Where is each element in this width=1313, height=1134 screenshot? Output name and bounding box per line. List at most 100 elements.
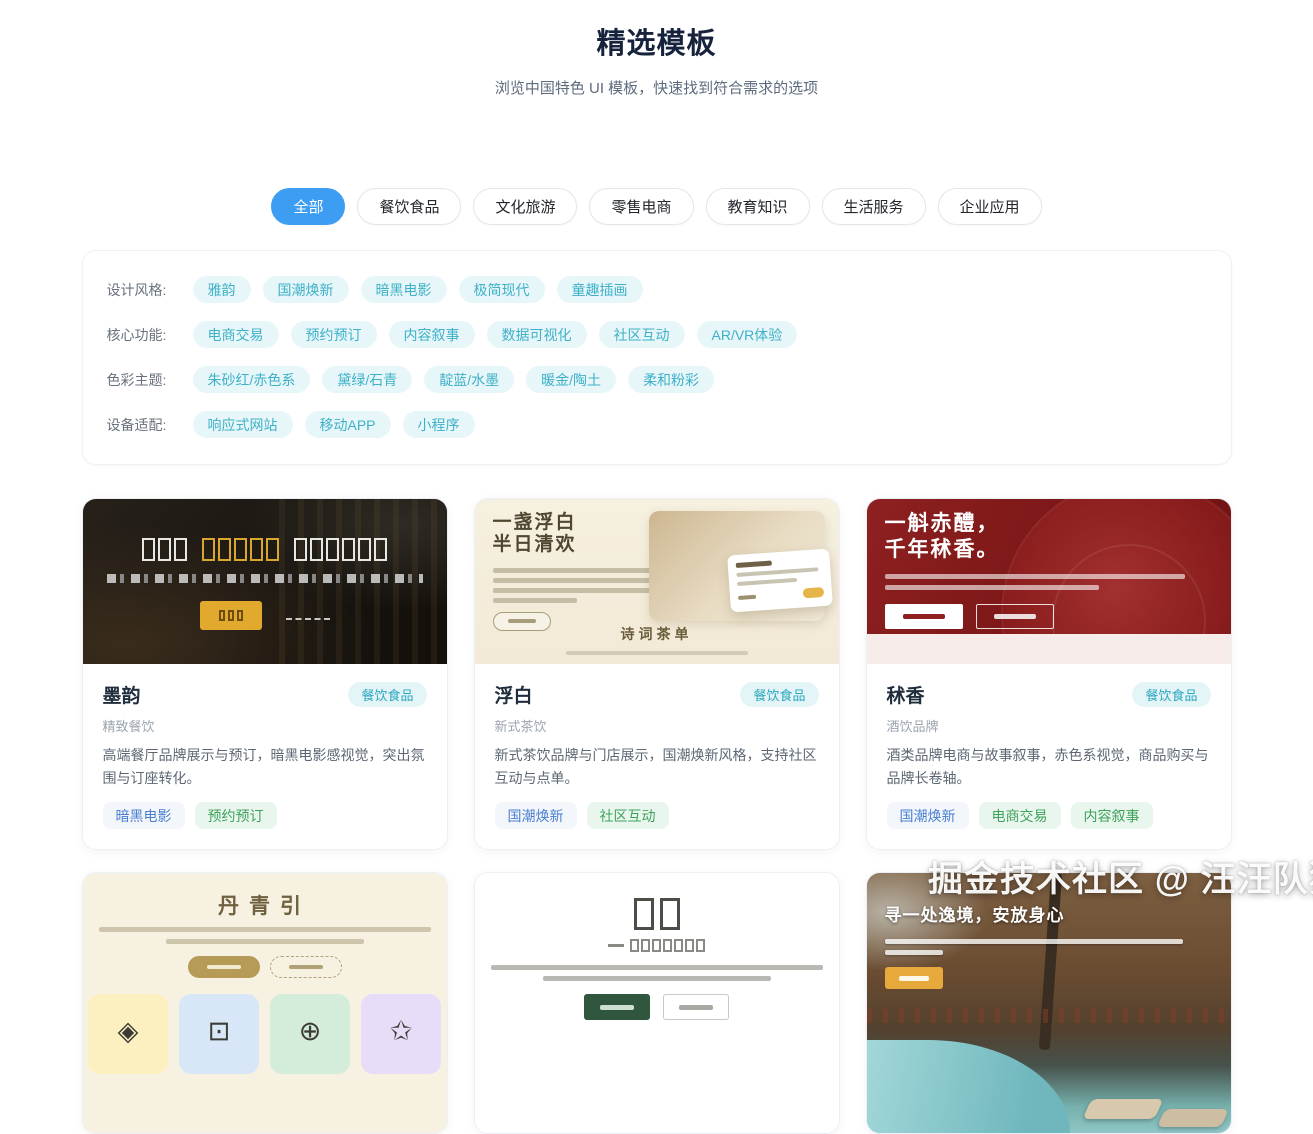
lounger-shape — [1156, 1109, 1228, 1127]
frame-icon: ⊡ — [179, 994, 259, 1074]
card-title: 秫香 — [887, 681, 925, 708]
placeholder-buttons — [83, 956, 447, 978]
placeholder-text-line — [491, 965, 823, 970]
tab-life-services[interactable]: 生活服务 — [822, 188, 926, 225]
placeholder-text-line — [885, 585, 1099, 590]
card-tag: 内容叙事 — [1071, 802, 1153, 829]
placeholder-text-line — [99, 927, 431, 932]
card-tag: 电商交易 — [979, 802, 1061, 829]
card-description: 新式茶饮品牌与门店展示，国潮焕新风格，支持社区互动与点单。 — [495, 744, 819, 789]
railing-shape — [867, 1009, 1231, 1023]
preview-cta-button — [584, 994, 650, 1020]
placeholder-headline — [475, 898, 839, 930]
tab-enterprise[interactable]: 企业应用 — [938, 188, 1042, 225]
placeholder-text-line — [885, 950, 943, 955]
page-title: 精选模板 — [0, 0, 1313, 62]
template-card-resort[interactable]: 寻一处逸境，安放身心 — [866, 872, 1232, 1134]
plus-circle-icon: ⊕ — [270, 994, 350, 1074]
card-head: 秫香 餐饮食品 — [887, 681, 1211, 708]
filter-option[interactable]: 柔和粉彩 — [628, 366, 714, 393]
palm-trunk-shape — [1039, 873, 1062, 1050]
filter-option[interactable]: 社区互动 — [599, 321, 685, 348]
filter-row-device: 设备适配: 响应式网站 移动APP 小程序 — [107, 411, 1207, 438]
placeholder-text-line — [166, 939, 364, 944]
preview-feature-tiles: ◈ ⊡ ⊕ ✩ — [83, 994, 447, 1074]
preview-cta-button — [885, 967, 943, 989]
card-preview-danqing: 丹青引 ◈ ⊡ ⊕ ✩ — [83, 873, 447, 1133]
filter-row-core-features: 核心功能: 电商交易 预约预订 内容叙事 数据可视化 社区互动 AR/VR体验 — [107, 321, 1207, 348]
card-subtitle: 酒饮品牌 — [887, 716, 1211, 735]
card-tags: 国潮焕新 电商交易 内容叙事 — [887, 802, 1211, 829]
filter-option[interactable]: 数据可视化 — [487, 321, 587, 348]
category-tabs: 全部 餐饮食品 文化旅游 零售电商 教育知识 生活服务 企业应用 — [0, 188, 1313, 225]
card-tag: 国潮焕新 — [495, 802, 577, 829]
preview-section-title: 诗词茶单 — [475, 624, 839, 644]
filter-option[interactable]: 移动APP — [305, 411, 391, 438]
card-tags: 暗黑电影 预约预订 — [103, 802, 427, 829]
placeholder-headline — [142, 538, 387, 561]
card-head: 浮白 餐饮食品 — [495, 681, 819, 708]
filter-option[interactable]: AR/VR体验 — [697, 321, 798, 348]
filter-option[interactable]: 国潮焕新 — [263, 276, 349, 303]
template-card-shuxiang[interactable]: 一斛赤醴， 千年秫香。 秫香 餐饮食品 酒饮品牌 — [866, 498, 1232, 850]
preview-cta-button — [200, 601, 262, 630]
featured-templates-page: 精选模板 浏览中国特色 UI 模板，快速找到符合需求的选项 全部 餐饮食品 文化… — [0, 0, 1313, 1134]
category-badge: 餐饮食品 — [740, 682, 818, 707]
lounger-shape — [1082, 1099, 1163, 1119]
filter-option[interactable]: 预约预订 — [291, 321, 377, 348]
tab-retail[interactable]: 零售电商 — [589, 188, 693, 225]
card-preview-tea: 一盏浮白 半日清欢 诗词茶单 — [475, 499, 839, 664]
filter-option[interactable]: 内容叙事 — [389, 321, 475, 348]
placeholder-text-line — [493, 578, 659, 583]
placeholder-text-line — [493, 588, 663, 593]
filter-option[interactable]: 暖金/陶土 — [526, 366, 616, 393]
card-preview-wine: 一斛赤醴， 千年秫香。 — [867, 499, 1231, 664]
template-card-moyun[interactable]: 墨韵 餐饮食品 精致餐饮 高端餐厅品牌展示与预订，暗黑电影感视觉，突出氛围与订座… — [82, 498, 448, 850]
placeholder-text-line — [885, 939, 1183, 944]
preview-headline: 一斛赤醴， 千年秫香。 — [885, 511, 1215, 562]
preview-placeholder-content — [83, 499, 447, 664]
template-card-danqingyin[interactable]: 丹青引 ◈ ⊡ ⊕ ✩ — [82, 872, 448, 1134]
card-preview-blank — [475, 873, 839, 1133]
filter-option[interactable]: 暗黑电影 — [361, 276, 447, 303]
filter-option[interactable]: 极简现代 — [459, 276, 545, 303]
filter-option[interactable]: 朱砂红/赤色系 — [193, 366, 311, 393]
filter-label: 设备适配: — [107, 415, 193, 435]
filter-option[interactable]: 雅韵 — [193, 276, 251, 303]
tab-all[interactable]: 全部 — [271, 188, 345, 225]
star-icon: ✩ — [361, 994, 441, 1074]
card-title: 浮白 — [495, 681, 533, 708]
preview-text-block: 一斛赤醴， 千年秫香。 — [885, 511, 1215, 629]
placeholder-buttons — [200, 601, 330, 630]
card-tags: 国潮焕新 社区互动 — [495, 802, 819, 829]
card-description: 酒类品牌电商与故事叙事，赤色系视觉，商品购买与品牌长卷轴。 — [887, 744, 1211, 789]
filter-option[interactable]: 响应式网站 — [193, 411, 293, 438]
preview-outline-button — [663, 994, 729, 1020]
category-badge: 餐饮食品 — [1132, 682, 1210, 707]
tab-culture-travel[interactable]: 文化旅游 — [473, 188, 577, 225]
tab-food[interactable]: 餐饮食品 — [357, 188, 461, 225]
template-card-fubai[interactable]: 一盏浮白 半日清欢 诗词茶单 — [474, 498, 840, 850]
tab-education[interactable]: 教育知识 — [706, 188, 810, 225]
preview-bottom-strip — [867, 634, 1231, 664]
filter-panel: 设计风格: 雅韵 国潮焕新 暗黑电影 极简现代 童趣插画 核心功能: 电商交易 … — [82, 250, 1232, 465]
filter-option[interactable]: 电商交易 — [193, 321, 279, 348]
filter-option[interactable]: 童趣插画 — [557, 276, 643, 303]
card-body: 秫香 餐饮食品 酒饮品牌 酒类品牌电商与故事叙事，赤色系视觉，商品购买与品牌长卷… — [867, 664, 1231, 849]
template-card-untitled[interactable] — [474, 872, 840, 1134]
preview-product-card — [727, 549, 833, 613]
placeholder-subline — [107, 574, 423, 583]
filter-option[interactable]: 黛绿/石青 — [322, 366, 412, 393]
filter-options: 朱砂红/赤色系 黛绿/石青 靛蓝/水墨 暖金/陶土 柔和粉彩 — [193, 366, 715, 393]
filter-options: 雅韵 国潮焕新 暗黑电影 极简现代 童趣插画 — [193, 276, 643, 303]
filter-option[interactable]: 靛蓝/水墨 — [424, 366, 514, 393]
card-subtitle: 新式茶饮 — [495, 716, 819, 735]
preview-headline: 丹青引 — [83, 890, 447, 920]
card-preview-resort: 寻一处逸境，安放身心 — [867, 873, 1231, 1133]
filter-row-design-style: 设计风格: 雅韵 国潮焕新 暗黑电影 极简现代 童趣插画 — [107, 276, 1207, 303]
filter-option[interactable]: 小程序 — [403, 411, 475, 438]
preview-link — [286, 610, 330, 620]
page-subtitle: 浏览中国特色 UI 模板，快速找到符合需求的选项 — [0, 77, 1313, 98]
placeholder-text-line — [493, 598, 577, 603]
preview-cta-button — [885, 604, 963, 629]
